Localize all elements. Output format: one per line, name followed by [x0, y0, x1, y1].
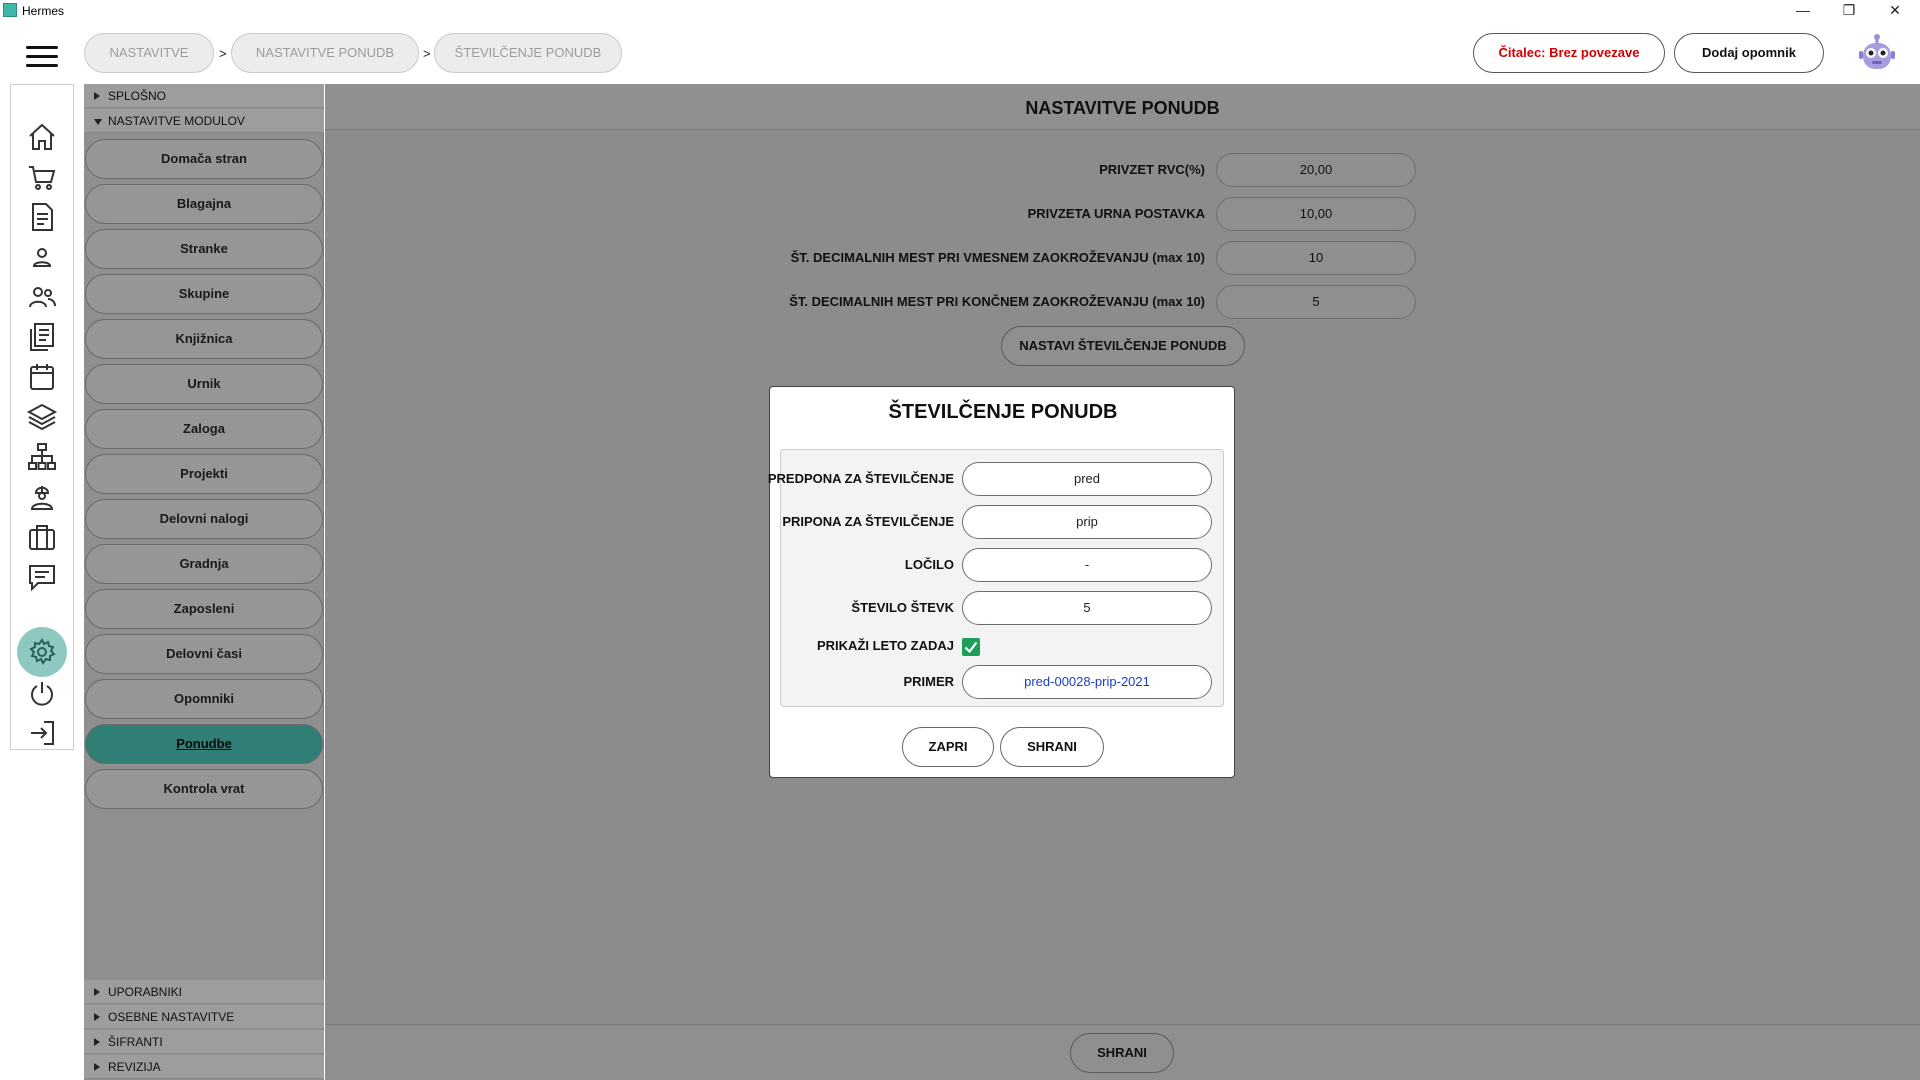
menu-item-door-control[interactable]: Kontrola vrat — [85, 769, 323, 809]
intermediate-decimals-label: ŠT. DECIMALNIH MEST PRI VMESNEM ZAOKROŽE… — [790, 250, 1205, 265]
menu-item-schedule[interactable]: Urnik — [85, 364, 323, 404]
section-general[interactable]: SPLOŠNO — [84, 84, 324, 108]
icon-rail — [10, 84, 74, 750]
show-year-label: PRIKAŽI LETO ZADAJ — [817, 638, 954, 653]
menu-item-stock[interactable]: Zaloga — [85, 409, 323, 449]
expand-arrow-icon — [94, 1013, 100, 1021]
final-decimals-input[interactable]: 5 — [1216, 285, 1416, 319]
section-audit[interactable]: REVIZIJA — [84, 1055, 324, 1079]
cart-icon[interactable] — [26, 161, 58, 193]
breadcrumb-offer-settings[interactable]: NASTAVITVE PONUDB — [231, 33, 419, 73]
settings-menu: SPLOŠNO NASTAVITVE MODULOV Domača stran … — [84, 84, 324, 1080]
separator-label: LOČILO — [904, 557, 954, 572]
people-icon[interactable] — [26, 281, 58, 313]
example-label: PRIMER — [903, 674, 954, 689]
dialog-form-panel: PREDPONA ZA ŠTEVILČENJE pred PRIPONA ZA … — [768, 449, 1224, 707]
section-module-settings[interactable]: NASTAVITVE MODULOV — [84, 109, 324, 133]
avatar-robot-icon[interactable] — [1857, 33, 1897, 75]
menu-item-projects[interactable]: Projekti — [85, 454, 323, 494]
offer-numbering-dialog: ŠTEVILČENJE PONUDB PREDPONA ZA ŠTEVILČEN… — [768, 386, 1235, 778]
power-icon[interactable] — [26, 678, 58, 710]
menu-item-home[interactable]: Domača stran — [85, 139, 323, 179]
close-dialog-button[interactable]: ZAPRI — [902, 727, 994, 767]
briefcase-icon[interactable] — [26, 521, 58, 553]
section-label: ŠIFRANTI — [108, 1035, 163, 1049]
worker-icon[interactable] — [26, 481, 58, 513]
suffix-label: PRIPONA ZA ŠTEVILČENJE — [782, 514, 954, 529]
window-titlebar: Hermes — ❐ ✕ — [0, 0, 1920, 22]
menu-item-working-hours[interactable]: Delovni časi — [85, 634, 323, 674]
breadcrumb-offer-numbering[interactable]: ŠTEVILČENJE PONUDB — [434, 33, 622, 73]
close-window-button[interactable]: ✕ — [1872, 0, 1918, 22]
logout-icon[interactable] — [26, 717, 58, 749]
network-icon[interactable] — [26, 441, 58, 473]
calendar-icon[interactable] — [26, 361, 58, 393]
separator-input[interactable]: - — [962, 548, 1212, 582]
menu-item-construction[interactable]: Gradnja — [85, 544, 323, 584]
show-year-checkbox[interactable] — [962, 638, 980, 656]
minimize-button[interactable]: — — [1780, 0, 1826, 22]
menu-item-employees[interactable]: Zaposleni — [85, 589, 323, 629]
set-offer-numbering-button[interactable]: NASTAVI ŠTEVILČENJE PONUDB — [1001, 326, 1245, 366]
page-title: NASTAVITVE PONUDB — [1025, 98, 1220, 118]
person-icon[interactable] — [26, 241, 58, 273]
expand-arrow-icon — [94, 988, 100, 996]
save-button[interactable]: SHRANI — [1070, 1033, 1174, 1073]
section-label: OSEBNE NASTAVITVE — [108, 1010, 235, 1024]
example-output: pred-00028-prip-2021 — [962, 665, 1212, 699]
section-personal-settings[interactable]: OSEBNE NASTAVITVE — [84, 1005, 324, 1029]
expand-arrow-icon — [94, 1038, 100, 1046]
dialog-save-button[interactable]: SHRANI — [1000, 727, 1104, 767]
suffix-input[interactable]: prip — [962, 505, 1212, 539]
collapse-arrow-icon — [94, 119, 102, 125]
section-label: REVIZIJA — [108, 1060, 161, 1074]
default-hourly-rate-label: PRIVZETA URNA POSTAVKA — [1027, 206, 1205, 221]
menu-item-reminders[interactable]: Opomniki — [85, 679, 323, 719]
prefix-label: PREDPONA ZA ŠTEVILČENJE — [767, 471, 954, 486]
top-bar: NASTAVITVE > NASTAVITVE PONUDB > ŠTEVILČ… — [0, 22, 1920, 84]
intermediate-decimals-input[interactable]: 10 — [1216, 241, 1416, 275]
menu-item-offers[interactable]: Ponudbe — [85, 724, 323, 764]
hamburger-menu-icon[interactable] — [26, 46, 58, 68]
expand-arrow-icon — [94, 1063, 100, 1071]
restore-button[interactable]: ❐ — [1826, 0, 1872, 22]
layers-icon[interactable] — [26, 401, 58, 433]
section-label: UPORABNIKI — [108, 985, 183, 999]
window-title: Hermes — [22, 4, 65, 18]
section-users[interactable]: UPORABNIKI — [84, 980, 324, 1004]
app-logo-icon — [3, 3, 17, 17]
main-header: NASTAVITVE PONUDB — [325, 84, 1920, 130]
expand-arrow-icon — [94, 92, 100, 100]
final-decimals-label: ŠT. DECIMALNIH MEST PRI KONČNEM ZAOKROŽE… — [789, 294, 1205, 309]
section-label: NASTAVITVE MODULOV — [108, 114, 245, 128]
prefix-input[interactable]: pred — [962, 462, 1212, 496]
breadcrumb-settings[interactable]: NASTAVITVE — [84, 33, 214, 73]
digit-count-label: ŠTEVILO ŠTEVK — [851, 600, 954, 615]
section-codebooks[interactable]: ŠIFRANTI — [84, 1030, 324, 1054]
chat-icon[interactable] — [26, 561, 58, 593]
section-label: SPLOŠNO — [108, 89, 167, 103]
gear-icon[interactable] — [26, 636, 58, 668]
digit-count-input[interactable]: 5 — [962, 591, 1212, 625]
home-icon[interactable] — [26, 121, 58, 153]
menu-item-groups[interactable]: Skupine — [85, 274, 323, 314]
dialog-title: ŠTEVILČENJE PONUDB — [888, 401, 1118, 423]
breadcrumb-separator: > — [423, 46, 431, 61]
invoice-icon[interactable] — [26, 201, 58, 233]
default-hourly-rate-input[interactable]: 10,00 — [1216, 197, 1416, 231]
reader-status-button[interactable]: Čitalec: Brez povezave — [1473, 33, 1665, 73]
footer-bar: SHRANI — [325, 1024, 1920, 1080]
breadcrumb-separator: > — [219, 46, 227, 61]
add-reminder-button[interactable]: Dodaj opomnik — [1674, 33, 1824, 73]
menu-item-work-orders[interactable]: Delovni nalogi — [85, 499, 323, 539]
documents-icon[interactable] — [26, 321, 58, 353]
menu-item-customers[interactable]: Stranke — [85, 229, 323, 269]
menu-item-cash-register[interactable]: Blagajna — [85, 184, 323, 224]
menu-item-library[interactable]: Knjižnica — [85, 319, 323, 359]
checkmark-icon — [964, 641, 978, 654]
default-vat-input[interactable]: 20,00 — [1216, 153, 1416, 187]
default-vat-label: PRIVZET RVC(%) — [1099, 162, 1205, 177]
